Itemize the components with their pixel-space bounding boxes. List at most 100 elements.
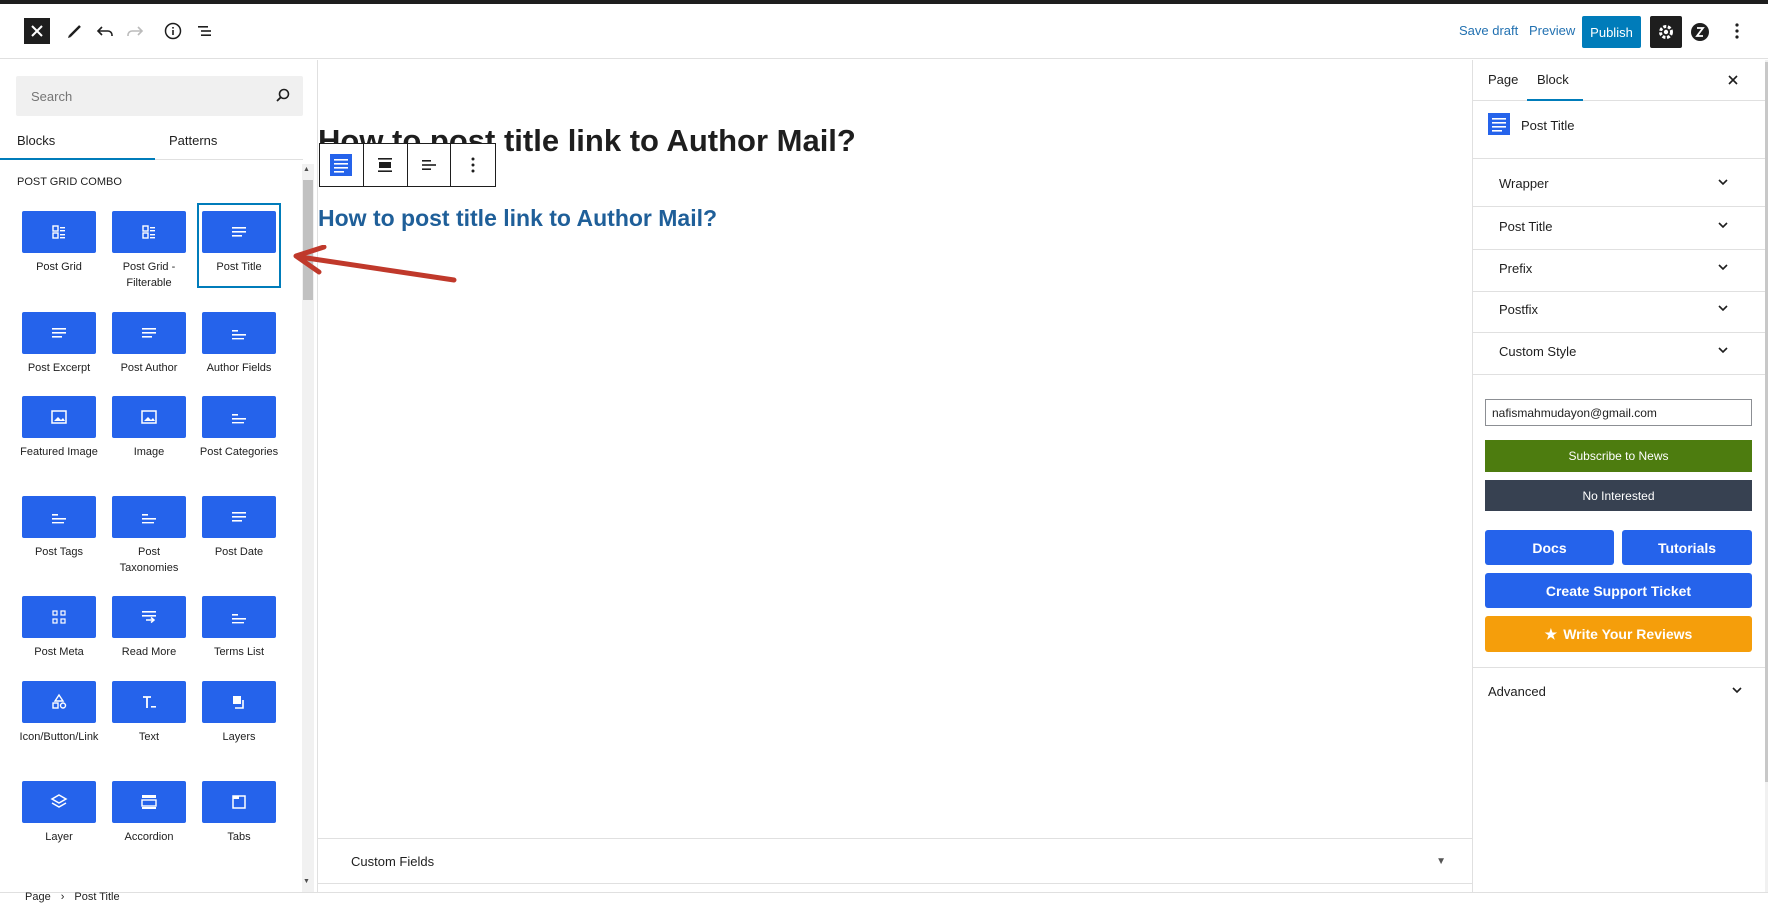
block-align-button[interactable] [364,144,408,186]
post-title-link-preview[interactable]: How to post title link to Author Mail? [318,205,717,232]
chevron-down-icon [1718,305,1728,312]
block-item-label: Icon/Button/Link [19,731,99,743]
details-button[interactable] [160,18,186,44]
author-lines-icon [112,312,186,354]
block-item-label: Text [138,731,160,743]
publish-button[interactable]: Publish [1582,16,1641,48]
block-item-icon-button-link[interactable]: Icon/Button/Link [19,681,99,745]
excerpt-lines-icon [22,312,96,354]
panel-custom-style[interactable]: Custom Style [1473,328,1765,375]
info-icon [164,22,182,40]
block-item-post-tags[interactable]: Post Tags [19,496,99,560]
more-vertical-icon [471,157,475,173]
tab-page[interactable]: Page [1488,72,1518,87]
block-search-field[interactable]: Search [16,76,303,116]
block-options-button[interactable] [451,144,495,186]
text-align-button[interactable] [408,144,452,186]
layers-stack-icon [202,681,276,723]
panel-postfix[interactable]: Postfix [1473,286,1765,333]
search-icon [276,88,290,102]
redo-button[interactable] [122,18,148,44]
tab-patterns[interactable]: Patterns [155,122,303,160]
list-view-button[interactable] [192,18,218,44]
inserter-tabs: Blocks Patterns [0,122,303,160]
tutorials-button[interactable]: Tutorials [1622,530,1752,565]
image-icon [22,396,96,438]
block-item-layer[interactable]: Layer [19,781,99,845]
write-reviews-label: Write Your Reviews [1563,626,1693,642]
block-item-post-taxonomies[interactable]: Post Taxonomies [109,496,189,576]
panel-wrapper[interactable]: Wrapper [1473,160,1765,207]
block-item-post-excerpt[interactable]: Post Excerpt [19,312,99,376]
breadcrumb-separator-icon: › [60,891,65,903]
save-draft-link[interactable]: Save draft [1459,23,1518,38]
panel-title: Post Title [1499,219,1553,234]
block-inserter-panel: Search Blocks Patterns POST GRID COMBO P… [0,60,318,892]
redo-icon [127,26,144,36]
block-item-featured-image[interactable]: Featured Image [19,396,99,460]
block-item-author-fields[interactable]: Author Fields [199,312,279,376]
block-item-post-author[interactable]: Post Author [109,312,189,376]
block-item-label: Author Fields [206,362,272,374]
align-left-icon [421,160,436,170]
date-lines-icon [202,496,276,538]
block-item-label: Post Grid - Filterable [122,261,176,289]
block-item-post-categories[interactable]: Post Categories [199,396,279,460]
subscribe-button[interactable]: Subscribe to News [1485,440,1752,472]
block-item-post-grid-filterable[interactable]: Post Grid - Filterable [109,211,189,291]
tab-blocks[interactable]: Blocks [0,122,155,160]
close-inserter-button[interactable] [24,18,50,44]
block-item-label: Layers [222,731,256,743]
block-item-accordion[interactable]: Accordion [109,781,189,845]
plugin-logo-button[interactable] [1687,19,1713,45]
editor-canvas: How to post title link to Author Mail? H… [293,60,1472,892]
block-item-tabs[interactable]: Tabs [199,781,279,845]
tags-icon [22,496,96,538]
custom-fields-panel[interactable]: Custom Fields ▼ [318,838,1472,884]
chevron-down-icon [1732,687,1742,694]
panel-prefix[interactable]: Prefix [1473,245,1765,292]
options-menu-button[interactable] [1724,18,1750,44]
block-item-post-title[interactable]: Post Title [197,203,281,288]
star-icon: ★ [1544,625,1558,642]
block-item-image[interactable]: Image [109,396,189,460]
close-sidebar-icon[interactable] [1723,70,1743,90]
block-item-text[interactable]: Text [109,681,189,745]
chevron-down-icon [1718,222,1728,229]
docs-button[interactable]: Docs [1485,530,1614,565]
image-icon [112,396,186,438]
create-support-ticket-button[interactable]: Create Support Ticket [1485,573,1752,608]
scroll-up-icon[interactable]: ▲ [303,166,310,173]
panel-title: Custom Style [1499,344,1577,359]
no-interested-button[interactable]: No Interested [1485,480,1752,511]
email-field[interactable]: nafismahmudayon@gmail.com [1485,399,1752,426]
grid-icon [112,211,186,253]
align-wide-icon [378,158,393,172]
block-item-terms-list[interactable]: Terms List [199,596,279,660]
breadcrumb-current[interactable]: Post Title [74,891,119,903]
settings-button[interactable] [1650,16,1682,48]
panel-post-title[interactable]: Post Title [1473,203,1765,250]
block-item-label: Accordion [124,831,174,843]
preview-link[interactable]: Preview [1529,23,1575,38]
tab-block[interactable]: Block [1527,60,1583,101]
undo-button[interactable] [92,18,118,44]
tools-button[interactable] [62,18,88,44]
block-item-label: Read More [121,646,177,658]
block-item-post-meta[interactable]: Post Meta [19,596,99,660]
plugin-logo-icon [1691,23,1709,41]
write-reviews-button[interactable]: ★ Write Your Reviews [1485,616,1752,652]
block-item-layers[interactable]: Layers [199,681,279,745]
breadcrumb-page[interactable]: Page [25,891,51,903]
search-placeholder: Search [31,89,73,104]
block-item-read-more[interactable]: Read More [109,596,189,660]
sidebar-tabs: Page Block [1473,60,1765,101]
block-item-label: Post Date [214,546,264,558]
advanced-panel[interactable]: Advanced [1473,667,1765,715]
block-type-button[interactable] [320,144,364,186]
block-item-label: Post Excerpt [27,362,91,374]
grid-icon [22,211,96,253]
block-item-post-grid[interactable]: Post Grid [19,211,99,275]
scroll-down-icon[interactable]: ▼ [303,878,310,885]
block-item-post-date[interactable]: Post Date [199,496,279,560]
